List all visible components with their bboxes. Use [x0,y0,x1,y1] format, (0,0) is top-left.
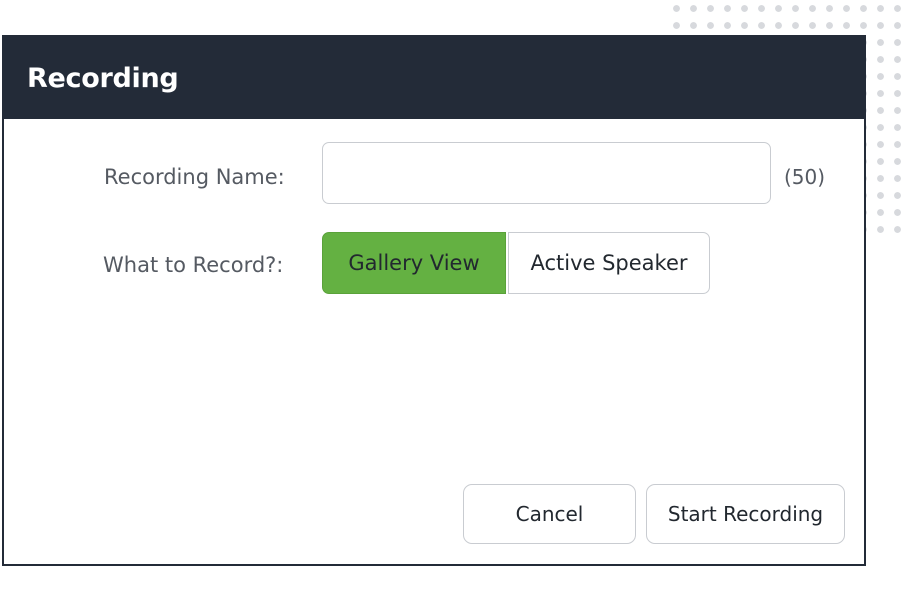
character-limit-counter: (50) [784,165,826,189]
active-speaker-option[interactable]: Active Speaker [508,232,710,294]
gallery-view-option[interactable]: Gallery View [322,232,506,294]
recording-name-input[interactable] [322,142,771,204]
recording-name-label: Recording Name: [104,165,285,189]
start-recording-button[interactable]: Start Recording [646,484,845,544]
dialog-header: Recording [4,37,864,119]
recording-dialog: Recording Recording Name: (50) What to R… [2,35,866,566]
dialog-title: Recording [27,62,179,94]
record-mode-selector: Gallery View Active Speaker [322,232,710,294]
cancel-button[interactable]: Cancel [463,484,636,544]
what-to-record-label: What to Record?: [103,253,284,277]
